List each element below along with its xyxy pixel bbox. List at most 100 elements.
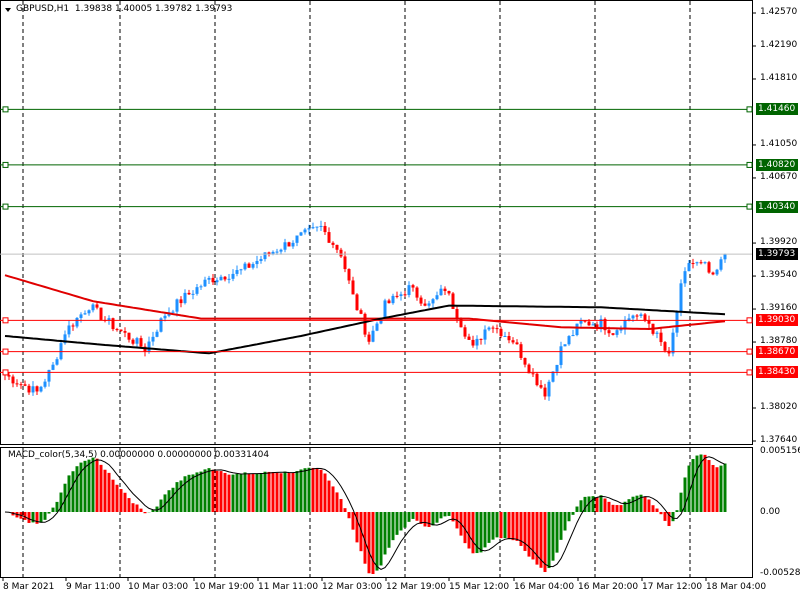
level-price-tag: 1.39030 — [756, 314, 798, 327]
candle-body — [435, 295, 439, 300]
macd-histogram-bar — [467, 512, 471, 549]
macd-histogram-bar — [287, 472, 291, 512]
macd-histogram-bar — [595, 497, 599, 512]
level-handle — [746, 106, 753, 113]
candle-body — [679, 283, 683, 312]
macd-histogram-bar — [347, 512, 351, 519]
candle-body — [339, 249, 343, 257]
level-handle — [746, 348, 753, 355]
candle-body — [563, 344, 567, 347]
candle-body — [647, 320, 651, 324]
time-axis-label: 12 Mar 19:00 — [386, 582, 447, 592]
candle-body — [531, 373, 535, 375]
candle-body — [491, 327, 495, 329]
candle-body — [447, 291, 451, 294]
candle-body — [595, 324, 599, 328]
macd-histogram-bar — [439, 512, 443, 519]
candle-body — [483, 329, 487, 340]
candle-body — [83, 313, 87, 315]
macd-histogram-bar — [703, 454, 707, 512]
level-price-tag: 1.38670 — [756, 345, 798, 358]
candle-body — [455, 309, 459, 320]
candle-body — [123, 331, 127, 333]
macd-histogram-bar — [423, 512, 427, 527]
time-axis-label: 16 Mar 20:00 — [578, 582, 639, 592]
macd-histogram-bar — [207, 468, 211, 512]
candle-body — [155, 331, 159, 337]
candle-body — [107, 318, 111, 321]
candle-body — [199, 286, 203, 288]
candle-body — [383, 300, 387, 319]
chart-canvas[interactable] — [0, 0, 800, 600]
macd-histogram-bar — [175, 482, 179, 512]
candle-body — [503, 336, 507, 338]
time-axis-label: 17 Mar 12:00 — [642, 582, 703, 592]
candle-body — [231, 273, 235, 279]
candle-body — [115, 329, 119, 331]
candle-body — [343, 256, 347, 270]
macd-histogram-bar — [607, 501, 611, 512]
candle-body — [611, 333, 615, 335]
macd-histogram-bar — [403, 512, 407, 528]
candle-body — [431, 299, 435, 304]
macd-histogram-bar — [551, 512, 555, 561]
main-chart-frame — [0, 0, 753, 445]
candle-body — [131, 339, 135, 344]
candle-body — [631, 315, 635, 319]
macd-histogram-bar — [335, 492, 339, 512]
candle-body — [347, 269, 351, 281]
candle-body — [423, 303, 427, 306]
candle-body — [471, 339, 475, 346]
macd-histogram-bar — [243, 472, 247, 512]
candle-body — [99, 307, 103, 320]
macd-histogram-bar — [451, 512, 455, 522]
candle-body — [111, 318, 115, 330]
candle-body — [391, 295, 395, 304]
candle-body — [535, 373, 539, 386]
candle-body — [227, 278, 231, 280]
candle-body — [511, 340, 515, 343]
macd-histogram-bar — [239, 473, 243, 512]
candle-body — [375, 323, 379, 331]
candle-body — [47, 369, 51, 382]
macd-histogram-bar — [195, 472, 199, 512]
candle-body — [319, 225, 323, 227]
time-axis-label: 10 Mar 03:00 — [128, 582, 189, 592]
candle-body — [571, 335, 575, 337]
macd-histogram-bar — [219, 471, 223, 512]
candle-body — [279, 249, 283, 252]
macd-axis-min: -0.005284 — [760, 568, 800, 578]
macd-histogram-bar — [435, 512, 439, 523]
level-handle — [2, 348, 9, 355]
candle-body — [639, 314, 643, 317]
macd-histogram-bar — [107, 472, 111, 512]
level-handle — [746, 161, 753, 168]
macd-histogram-bar — [479, 512, 483, 553]
candle-body — [607, 330, 611, 334]
candle-body — [699, 262, 703, 264]
candle-body — [683, 271, 687, 284]
macd-histogram-bar — [87, 459, 91, 512]
macd-histogram-bar — [263, 471, 267, 512]
candle-body — [539, 385, 543, 388]
candle-body — [467, 336, 471, 340]
macd-histogram-bar — [559, 512, 563, 540]
macd-indicator-label: MACD_color(5,34,5) 0.00000000 0.00000000… — [8, 450, 270, 460]
candle-body — [315, 226, 319, 228]
candle-body — [259, 259, 263, 261]
macd-histogram-bar — [599, 495, 603, 512]
candle-body — [619, 329, 623, 331]
level-handle — [2, 161, 9, 168]
macd-histogram-bar — [343, 508, 347, 512]
candle-body — [287, 242, 291, 247]
macd-histogram-bar — [395, 512, 399, 535]
macd-histogram-bar — [339, 499, 343, 512]
macd-histogram-bar — [483, 512, 487, 548]
macd-histogram-bar — [567, 512, 571, 522]
macd-histogram-bar — [635, 495, 639, 512]
price-axis-label: 1.38780 — [760, 336, 798, 347]
candle-body — [323, 225, 327, 233]
candle-body — [283, 242, 287, 250]
current-price-tag: 1.39793 — [756, 248, 798, 261]
macd-histogram-bar — [283, 471, 287, 512]
